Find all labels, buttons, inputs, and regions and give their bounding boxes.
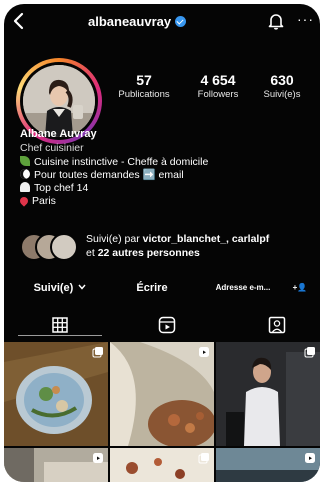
following-label: Suivi(e) [33,282,74,294]
follower-avatar [50,233,78,261]
stat-value: 57 [136,72,152,88]
follower-names: victor_blanchet_, carlalpf [142,233,270,245]
reel-icon [305,453,315,463]
grid-icon[interactable] [49,314,71,336]
username-header[interactable]: albaneauvray [88,14,238,29]
stat-publications[interactable]: 57 Publications [112,72,176,102]
profile-name: Albane Auvray [20,128,97,140]
profile-category: Chef cuisinier [20,142,84,154]
post-thumbnail[interactable] [4,342,108,446]
seedling-icon [20,156,30,166]
reels-icon[interactable] [156,314,178,336]
message-button[interactable]: Écrire [114,276,190,300]
carousel-icon [92,347,103,358]
stat-label: Publications [118,89,170,100]
following-button[interactable]: Suivi(e) [20,276,100,300]
phone-screen: albaneauvray ··· 57 Publications 4 654 F… [4,4,320,482]
reel-icon [93,453,103,463]
post-thumbnail[interactable] [216,342,320,446]
email-button[interactable]: Adresse e-m... [202,276,284,300]
stat-followers[interactable]: 4 654 Followers [186,72,250,102]
stat-label: Suivi(e)s [263,89,301,100]
bio-line: Cuisine instinctive - Cheffe à domicile [20,156,208,169]
more-icon[interactable]: ··· [297,11,314,27]
bio-text[interactable]: Pour toutes demandes ➡️ email [34,169,184,181]
posts-grid [4,342,320,482]
username-label: albaneauvray [88,14,172,29]
bio-text: Paris [32,195,56,207]
bio-line: Top chef 14 [20,182,88,195]
bio-line: Paris [18,195,56,208]
post-thumbnail[interactable] [4,448,108,482]
tagged-icon[interactable] [266,314,288,336]
stat-value: 4 654 [200,72,236,88]
add-user-button[interactable]: +👤 [286,276,314,300]
post-thumbnail[interactable] [110,342,214,446]
post-thumbnail[interactable] [110,448,214,482]
stat-label: Followers [197,89,239,100]
eyes-icon [20,169,30,179]
chevron-left-icon[interactable] [12,12,26,30]
chef-portrait-icon [23,65,95,137]
stat-following[interactable]: 630 Suivi(e)s [252,72,312,102]
pin-icon [18,195,30,207]
verified-badge-icon [175,16,187,27]
reel-icon [199,347,209,357]
followed-by[interactable]: Suivi(e) par victor_blanchet_, carlalpf … [20,230,310,264]
bio-text: Cuisine instinctive - Cheffe à domicile [34,156,209,168]
active-tab-indicator [18,335,102,336]
bell-icon[interactable] [268,12,284,30]
followers-count-text: 22 autres personnes [97,247,200,259]
bio-text: Top chef 14 [34,182,89,194]
carousel-icon [198,453,209,464]
post-thumbnail[interactable] [216,448,320,482]
followed-by-text: Suivi(e) par victor_blanchet_, carlalpf … [86,233,270,259]
chevron-down-icon [78,284,86,290]
chef-icon [20,182,30,192]
carousel-icon [304,347,315,358]
avatar [23,65,95,137]
bio-line: Pour toutes demandes ➡️ email [20,169,184,182]
top-bar: albaneauvray ··· [4,4,320,42]
stat-value: 630 [270,72,294,88]
